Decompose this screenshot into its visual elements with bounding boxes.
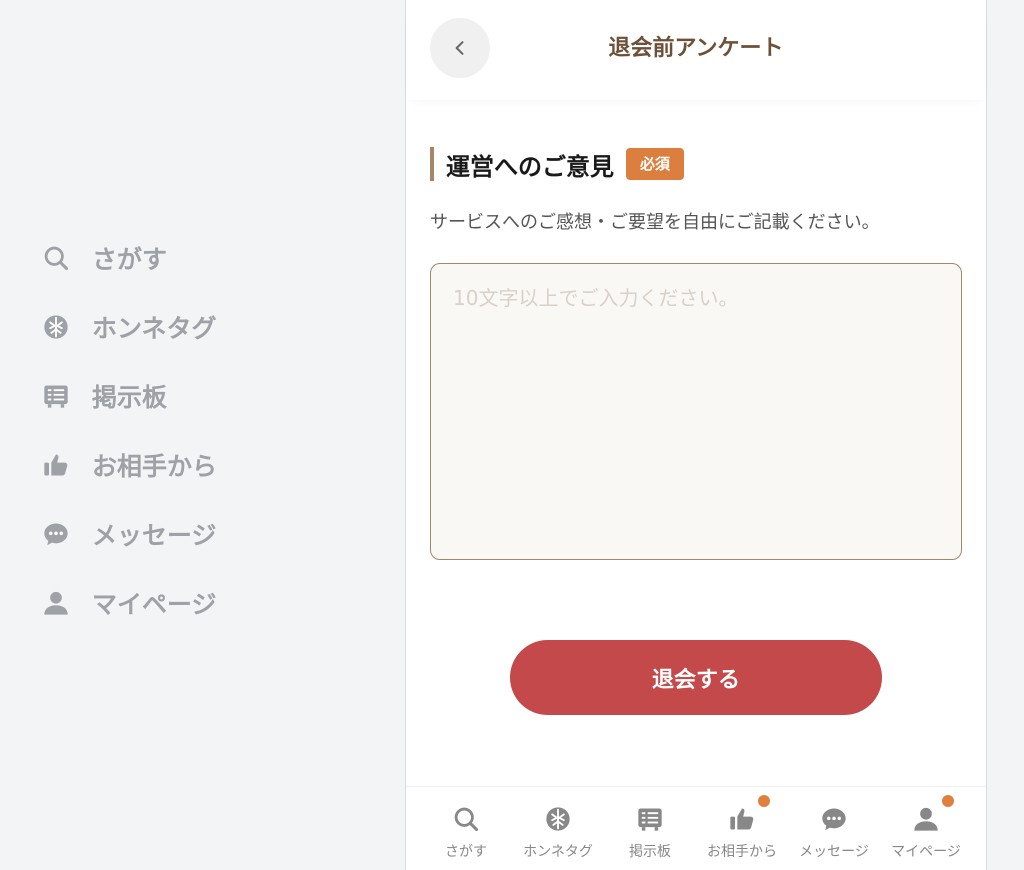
side-nav-item-messages[interactable]: メッセージ	[40, 512, 340, 556]
search-icon	[452, 805, 480, 833]
message-icon	[40, 518, 72, 550]
bottom-tab-bar: さがす ホンネタグ 掲示板 お相手から メッセージ マイページ	[406, 786, 986, 870]
side-nav-item-label: ホンネタグ	[92, 314, 217, 343]
side-nav-item-search[interactable]: さがす	[40, 236, 340, 280]
side-nav-item-label: お相手から	[92, 452, 218, 481]
section-title: 運営へのご意見	[446, 152, 614, 181]
user-icon	[912, 805, 940, 833]
tag-icon	[40, 311, 72, 343]
side-nav-item-label: 掲示板	[92, 383, 168, 412]
side-nav-item-mypage[interactable]: マイページ	[40, 581, 340, 625]
side-nav: さがす ホンネタグ 掲示板 お相手から メッセージ マイページ	[40, 236, 340, 650]
section-description: サービスへのご感想・ご要望を自由にご記載ください。	[430, 212, 880, 233]
tab-label: さがす	[445, 844, 487, 860]
tab-messages[interactable]: メッセージ	[790, 787, 878, 870]
tab-search[interactable]: さがす	[422, 787, 510, 870]
tab-tags[interactable]: ホンネタグ	[514, 787, 602, 870]
side-nav-item-label: さがす	[92, 245, 168, 274]
side-nav-item-label: マイページ	[92, 590, 217, 619]
heading-accent-bar	[430, 147, 434, 181]
notification-dot	[758, 795, 770, 807]
phone-frame: 退会前アンケート 運営へのご意見 必須 サービスへのご感想・ご要望を自由にご記載…	[405, 0, 987, 870]
search-icon	[40, 242, 72, 274]
board-icon	[636, 805, 664, 833]
thumbs-up-icon	[728, 805, 756, 833]
tab-label: お相手から	[707, 844, 777, 860]
side-nav-item-board[interactable]: 掲示板	[40, 374, 340, 418]
tab-from-partner[interactable]: お相手から	[698, 787, 786, 870]
notification-dot	[942, 795, 954, 807]
side-nav-item-from-partner[interactable]: お相手から	[40, 443, 340, 487]
tab-label: 掲示板	[629, 844, 671, 860]
tab-label: ホンネタグ	[523, 844, 593, 860]
tag-icon	[544, 805, 572, 833]
header: 退会前アンケート	[406, 0, 986, 100]
message-icon	[820, 805, 848, 833]
feedback-textarea[interactable]	[430, 263, 962, 560]
section-heading: 運営へのご意見 必須	[430, 146, 685, 182]
tab-mypage[interactable]: マイページ	[882, 787, 970, 870]
tab-label: メッセージ	[799, 844, 869, 860]
side-nav-item-label: メッセージ	[92, 521, 217, 550]
required-badge: 必須	[626, 148, 685, 180]
tab-label: マイページ	[891, 844, 961, 860]
withdraw-button[interactable]: 退会する	[510, 640, 882, 715]
board-icon	[40, 380, 72, 412]
user-icon	[40, 587, 72, 619]
side-nav-item-tags[interactable]: ホンネタグ	[40, 305, 340, 349]
tab-board[interactable]: 掲示板	[606, 787, 694, 870]
thumbs-up-icon	[40, 449, 72, 481]
page-title: 退会前アンケート	[608, 36, 784, 61]
